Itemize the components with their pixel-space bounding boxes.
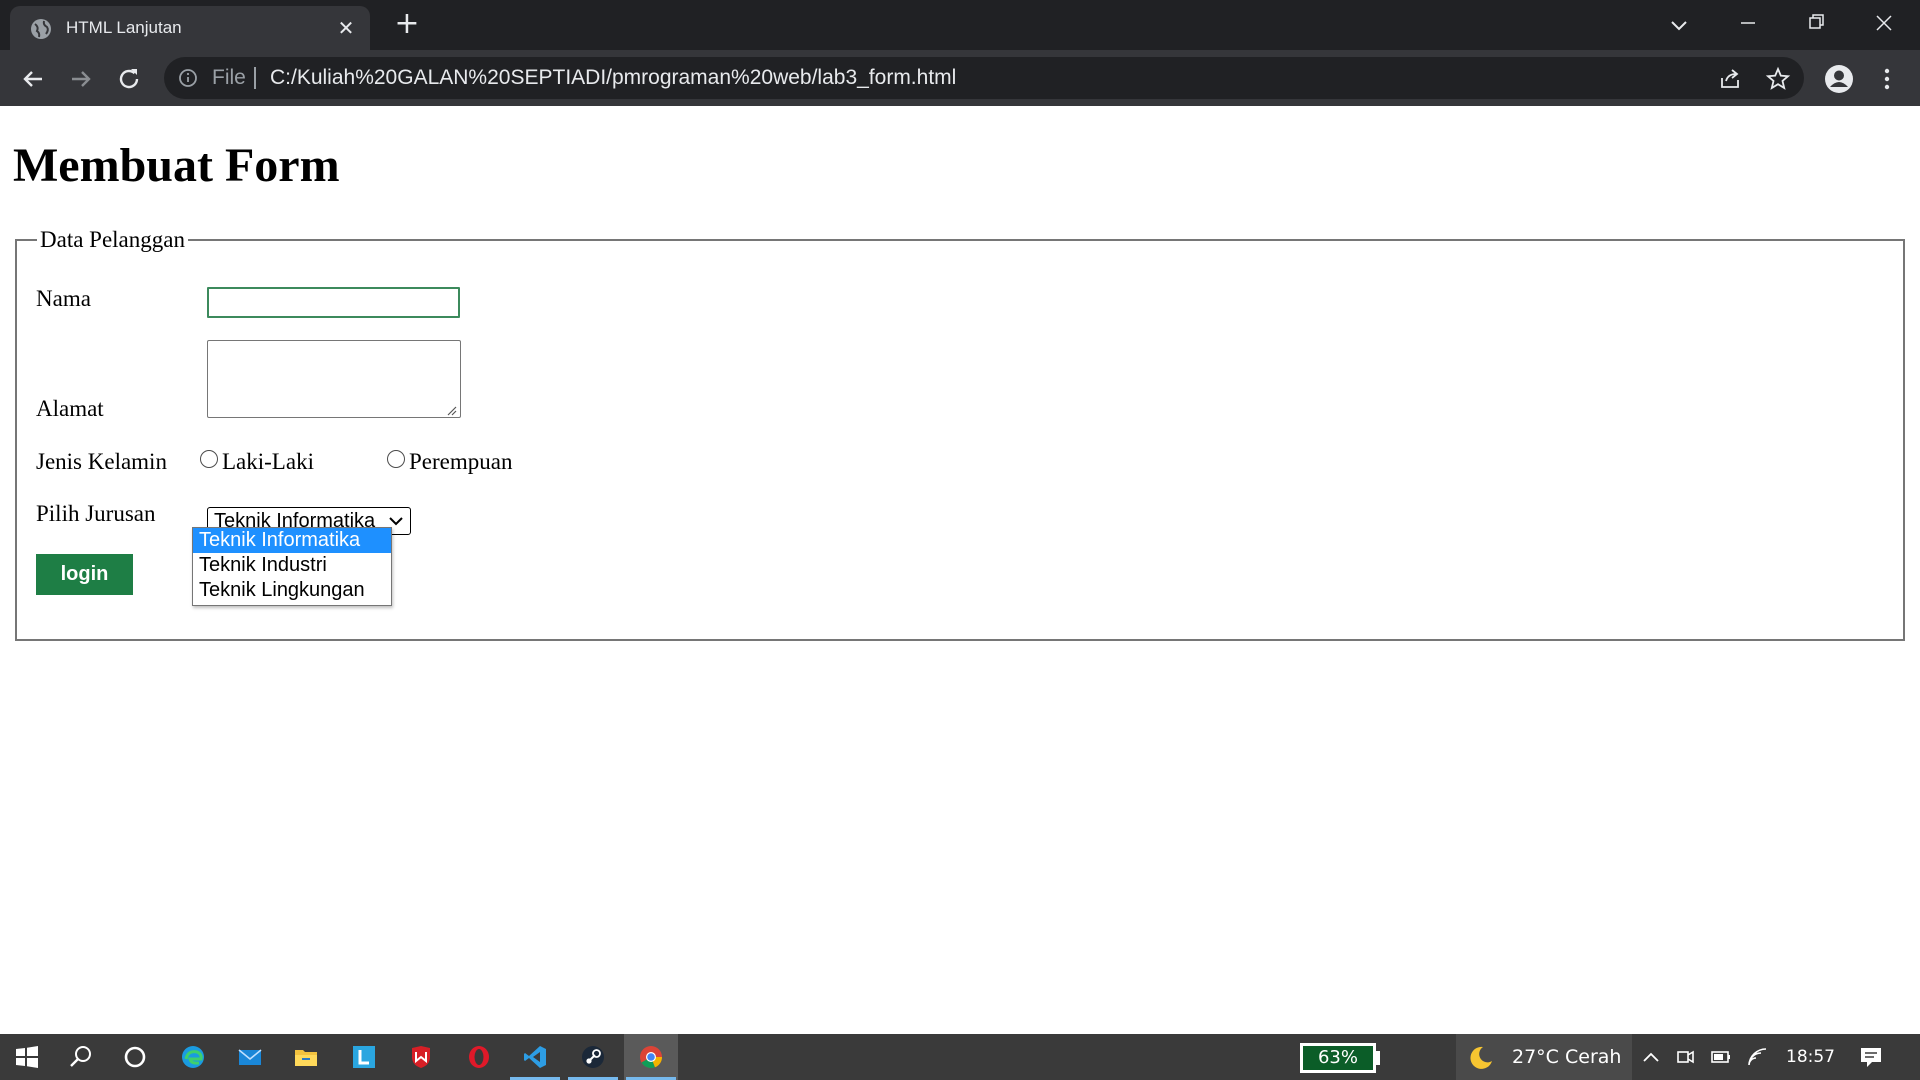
taskbar-mcafee[interactable] [394,1034,448,1080]
opera-icon [469,1046,489,1068]
alamat-textarea[interactable] [207,340,461,418]
dropdown-option-teknik-lingkungan[interactable]: Teknik Lingkungan [193,578,391,603]
windows-taskbar: 63% 27°C Cerah 18:57 [0,1034,1920,1080]
taskbar-l-app[interactable] [337,1034,391,1080]
dropdown-option-teknik-informatika[interactable]: Teknik Informatika [193,528,391,553]
taskbar-edge[interactable] [166,1034,220,1080]
moon-icon [1470,1046,1492,1069]
search-icon [70,1046,91,1067]
cortana-circle-icon [124,1046,146,1068]
taskbar-mail[interactable] [223,1034,277,1080]
steam-icon [582,1046,604,1068]
vscode-icon [524,1046,546,1068]
taskbar-opera[interactable] [452,1034,506,1080]
window-minimize-icon[interactable] [1728,8,1768,38]
taskbar-chrome[interactable] [624,1034,678,1080]
alamat-label: Alamat [36,396,104,421]
tab-title: HTML Lanjutan [66,18,182,37]
wifi-icon[interactable] [1746,1046,1768,1068]
nama-label: Nama [36,286,91,311]
chevron-down-icon [389,517,403,526]
kebab-menu-icon[interactable] [1874,64,1900,94]
weather-text: 27°C Cerah [1512,1046,1622,1068]
address-separator [254,67,256,89]
radio-perempuan[interactable] [387,450,405,468]
share-icon[interactable] [1717,66,1743,92]
notification-center-icon[interactable] [1858,1044,1884,1070]
browser-toolbar: File C:/Kuliah%20GALAN%20SEPTIADI/pmrogr… [0,50,1920,106]
folder-icon [295,1050,317,1066]
windows-logo-icon [16,1046,38,1068]
radio-laki-laki-label[interactable]: Laki-Laki [222,448,314,476]
dropdown-option-teknik-industri[interactable]: Teknik Industri [193,553,391,578]
taskbar-clock[interactable]: 18:57 [1786,1034,1835,1080]
resize-grip-icon[interactable] [445,404,457,416]
profile-avatar-icon[interactable] [1824,64,1854,94]
page-title: Membuat Form [13,139,340,192]
taskbar-vscode[interactable] [508,1034,562,1080]
bookmark-star-icon[interactable] [1765,66,1791,92]
browser-tab[interactable]: HTML Lanjutan ✕ [10,6,370,50]
taskbar-search-button[interactable] [54,1034,108,1080]
battery-percentage-widget[interactable]: 63% [1300,1043,1376,1073]
jurusan-dropdown-list[interactable]: Teknik Informatika Teknik Industri Tekni… [192,527,392,606]
back-arrow-icon[interactable] [18,64,48,94]
browser-tabstrip: HTML Lanjutan ✕ + [0,0,1920,50]
radio-perempuan-label[interactable]: Perempuan [409,448,512,476]
battery-nub [1376,1051,1380,1065]
globe-icon [31,19,51,39]
weather-widget[interactable]: 27°C Cerah [1456,1034,1632,1080]
fieldset-legend: Data Pelanggan [37,226,188,254]
window-restore-icon[interactable] [1796,8,1836,38]
new-tab-button[interactable]: + [392,9,422,40]
pilih-jurusan-label: Pilih Jurusan [36,501,156,526]
chrome-icon [640,1046,663,1069]
forward-arrow-icon[interactable] [66,64,96,94]
tab-search-chevron-icon[interactable] [1666,12,1692,38]
jenis-kelamin-label: Jenis Kelamin [36,449,167,474]
mcafee-shield-icon [412,1046,430,1068]
taskbar-file-explorer[interactable] [279,1034,333,1080]
tab-close-icon[interactable]: ✕ [334,16,358,40]
reload-icon[interactable] [114,64,144,94]
window-close-icon[interactable] [1864,8,1904,38]
chevron-up-icon[interactable] [1640,1046,1662,1068]
address-bar[interactable]: File C:/Kuliah%20GALAN%20SEPTIADI/pmrogr… [164,57,1804,99]
l-app-icon [353,1046,375,1068]
url-scheme-label: File [212,66,246,89]
url-text[interactable]: C:/Kuliah%20GALAN%20SEPTIADI/pmrograman%… [270,57,956,99]
meet-now-icon[interactable] [1674,1046,1696,1068]
site-info-icon[interactable] [178,68,198,88]
start-button[interactable] [0,1034,54,1080]
login-button[interactable]: login [36,554,133,595]
battery-icon[interactable] [1710,1046,1732,1068]
nama-input[interactable] [207,287,460,318]
taskbar-steam[interactable] [566,1034,620,1080]
cortana-button[interactable] [108,1034,162,1080]
mail-icon [238,1049,262,1065]
edge-icon [182,1046,204,1068]
radio-laki-laki[interactable] [200,450,218,468]
